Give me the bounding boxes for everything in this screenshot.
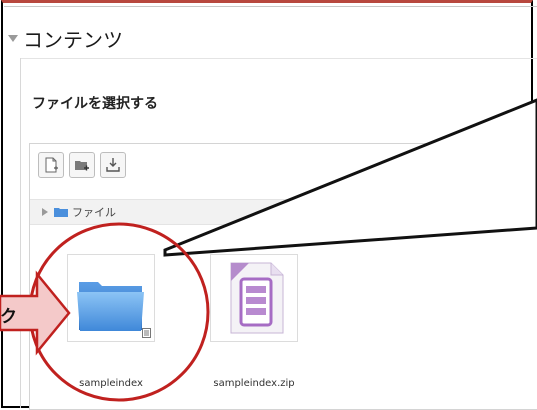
callout-overlay bbox=[0, 98, 537, 402]
callout-pointer bbox=[163, 98, 537, 257]
arrow-label: ク bbox=[0, 307, 17, 327]
